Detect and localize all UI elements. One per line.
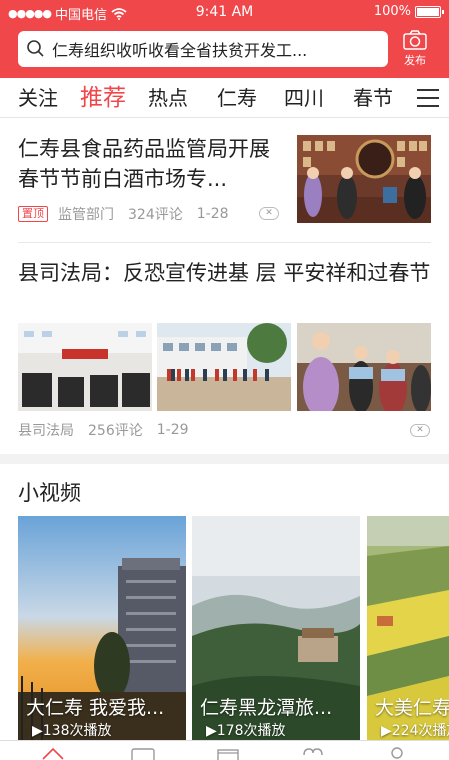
tab-hot[interactable]: 热点 [148,78,188,118]
video-play-count: ▶224次播放 [381,723,449,739]
tab-renshou[interactable]: 仁寿 [217,78,257,118]
video-icon[interactable] [215,745,241,760]
video-card[interactable]: 大仁寿 我爱我... ▶138次播放 [18,516,186,740]
section-title: 小视频 [18,481,81,505]
video-caption: 仁寿黑龙潭旅... [200,697,333,719]
news-item[interactable]: 仁寿县食品药品监管局开展春节节前白酒市场专... 置顶 监管部门 324评论 1… [0,118,449,243]
news-meta: 县司法局 256评论 1-29 [18,420,189,440]
app-header: ●●●●● 中国电信 9:41 AM 100% 仁寿组织收听收看全省扶贫开发工.… [0,0,449,78]
home-icon[interactable] [40,745,66,760]
video-card[interactable]: 大美仁寿 ▶224次播放 [367,516,449,740]
camera-icon [403,30,427,50]
battery-icon [415,5,444,18]
news-image [297,323,431,411]
dismiss-icon[interactable]: ✕ [410,424,430,437]
news-image [157,323,291,411]
video-caption: 大仁寿 我爱我... [26,697,165,719]
publish-label: 发布 [404,54,426,67]
heart-icon[interactable] [300,745,326,760]
search-text: 仁寿组织收听收看全省扶贫开发工... [52,41,308,60]
menu-icon[interactable] [417,89,439,107]
news-comments: 256评论 [88,423,143,439]
news-source: 监管部门 [58,207,114,223]
tab-recommend[interactable]: 推荐 [80,78,126,118]
dismiss-icon[interactable]: ✕ [259,207,279,220]
news-date: 1-28 [196,206,229,222]
news-title: 仁寿县食品药品监管局开展春节节前白酒市场专... [18,137,270,191]
tv-icon[interactable] [130,745,156,760]
news-item[interactable]: 县司法局：反恐宣传进基 层 平安祥和过春节 县司法局 256评论 1-29 ✕ [0,244,449,454]
divider [18,242,431,243]
bottom-tab-bar [0,740,449,760]
battery-label: 100% [373,4,411,19]
channel-tabs: 关注 推荐 热点 仁寿 四川 春节 [0,78,449,118]
news-title: 县司法局：反恐宣传进基 层 平安祥和过春节 [18,261,431,285]
news-comments: 324评论 [128,207,183,223]
section-separator [0,454,449,464]
news-date: 1-29 [156,422,189,438]
search-bar[interactable]: 仁寿组织收听收看全省扶贫开发工... [18,31,388,67]
news-image [18,323,152,411]
profile-icon[interactable] [384,745,410,760]
news-source: 县司法局 [18,423,74,439]
pinned-badge: 置顶 [18,206,48,222]
video-caption: 大美仁寿 [375,697,449,719]
tab-follow[interactable]: 关注 [18,78,58,118]
video-card[interactable]: 仁寿黑龙潭旅... ▶178次播放 [192,516,360,740]
news-meta: 置顶 监管部门 324评论 1-28 [18,204,229,224]
search-icon [27,40,44,57]
video-play-count: ▶178次播放 [206,723,286,739]
tab-sichuan[interactable]: 四川 [284,78,324,118]
publish-button[interactable]: 发布 [393,30,437,68]
news-thumbnail [297,135,431,223]
tab-spring-festival[interactable]: 春节 [353,78,393,118]
status-bar: ●●●●● 中国电信 9:41 AM 100% [0,0,449,24]
video-play-count: ▶138次播放 [32,723,112,739]
